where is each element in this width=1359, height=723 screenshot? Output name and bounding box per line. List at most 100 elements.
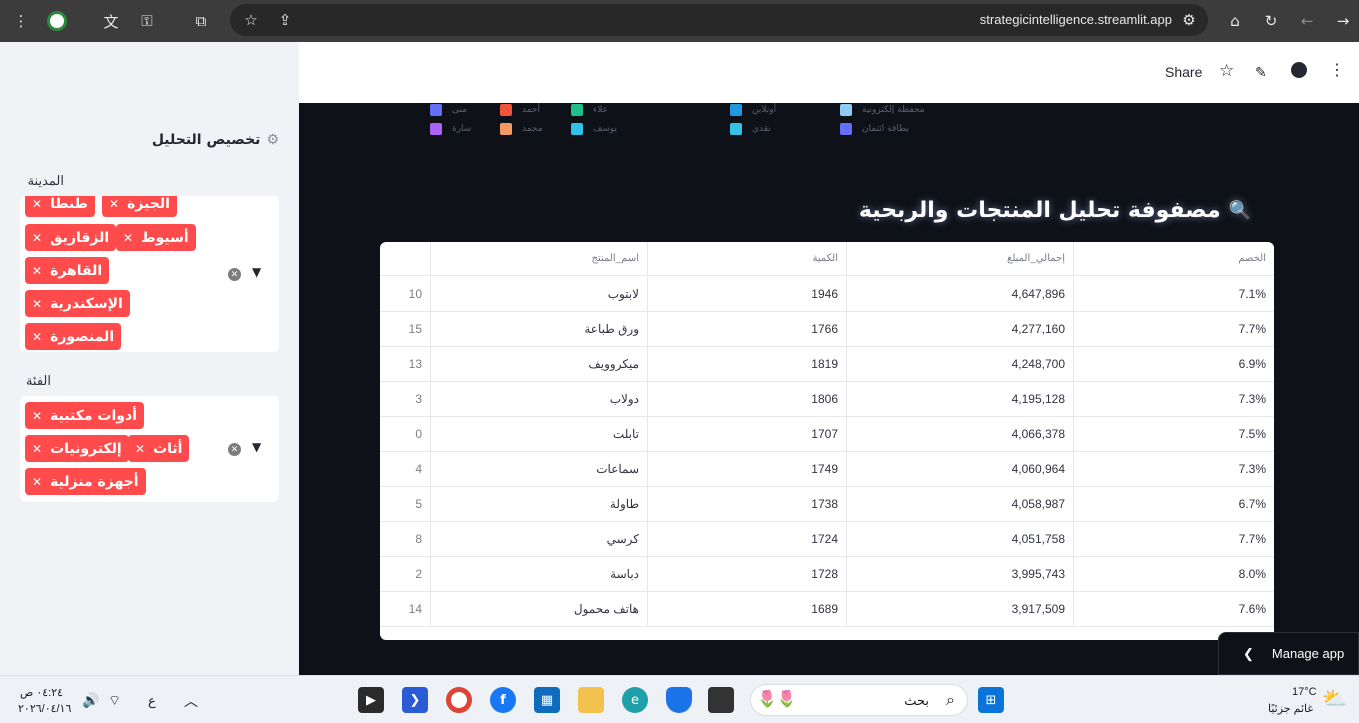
- legend-item[interactable]: محمد: [500, 123, 543, 135]
- cell-discount[interactable]: 7.7%: [1074, 312, 1274, 346]
- cell-discount[interactable]: 7.3%: [1074, 452, 1274, 486]
- edge-icon[interactable]: e: [622, 687, 648, 713]
- table-row[interactable]: 3 دولاب 1806 4,195,128 7.3%: [380, 382, 1274, 417]
- cell-quantity[interactable]: 1689: [648, 592, 847, 626]
- clear-category-icon[interactable]: ✕: [228, 443, 241, 456]
- puzzle-icon[interactable]: ⧉: [188, 8, 214, 34]
- clock-time[interactable]: ٠٤:٢٤ ص: [20, 686, 63, 699]
- table-row[interactable]: 4 سماعات 1749 4,060,964 7.3%: [380, 452, 1274, 487]
- legend-item[interactable]: بطاقة ائتمان: [840, 123, 909, 135]
- powershell-icon[interactable]: ❯: [402, 687, 428, 713]
- row-index[interactable]: 0: [380, 417, 431, 451]
- tray-chevron-icon[interactable]: ︿: [184, 691, 198, 711]
- cell-discount[interactable]: 6.9%: [1074, 347, 1274, 381]
- share-button[interactable]: Share: [1165, 64, 1202, 80]
- translate-icon[interactable]: 文: [98, 8, 124, 34]
- clock-date[interactable]: ٢٠٢٦/٠٤/١٦: [18, 702, 71, 715]
- legend-item[interactable]: علاء: [571, 104, 608, 116]
- remove-tag-icon[interactable]: ✕: [32, 264, 42, 278]
- row-index[interactable]: 13: [380, 347, 431, 381]
- row-index[interactable]: 5: [380, 487, 431, 521]
- cell-quantity[interactable]: 1766: [648, 312, 847, 346]
- remove-tag-icon[interactable]: ✕: [32, 297, 42, 311]
- menu-icon[interactable]: ⋮: [8, 8, 34, 34]
- terminal-icon[interactable]: ▶: [358, 687, 384, 713]
- cell-total[interactable]: 3,917,509: [847, 592, 1074, 626]
- legend-item[interactable]: يوسف: [571, 123, 617, 135]
- cell-product-name[interactable]: هاتف محمول: [431, 592, 648, 626]
- tag-alexandria[interactable]: ✕ الإسكندرية: [25, 290, 130, 317]
- home-icon[interactable]: ⌂: [1222, 8, 1248, 34]
- remove-tag-icon[interactable]: ✕: [32, 231, 42, 245]
- row-index[interactable]: 14: [380, 592, 431, 626]
- table-row[interactable]: 14 هاتف محمول 1689 3,917,509 7.6%: [380, 592, 1274, 627]
- legend-item[interactable]: أحمد: [500, 104, 540, 116]
- remove-tag-icon[interactable]: ✕: [32, 197, 42, 211]
- cell-product-name[interactable]: تابلت: [431, 417, 648, 451]
- row-index[interactable]: 2: [380, 557, 431, 591]
- cell-product-name[interactable]: دباسة: [431, 557, 648, 591]
- facebook-icon[interactable]: f: [490, 687, 516, 713]
- table-row[interactable]: 5 طاولة 1738 4,058,987 6.7%: [380, 487, 1274, 522]
- row-index[interactable]: 8: [380, 522, 431, 556]
- city-multiselect[interactable]: ✕ طنطا ✕ الجيزة ✕ أسيوط ✕ الزقازيق ✕ القاهرة …: [20, 196, 279, 352]
- input-language[interactable]: ع: [148, 693, 156, 709]
- remove-tag-icon[interactable]: ✕: [32, 409, 42, 423]
- tag-zagazig[interactable]: ✕ الزقازيق: [25, 224, 117, 251]
- table-row[interactable]: 13 ميكروويف 1819 4,248,700 6.9%: [380, 347, 1274, 382]
- cell-quantity[interactable]: 1819: [648, 347, 847, 381]
- cell-quantity[interactable]: 1946: [648, 277, 847, 311]
- legend-item[interactable]: سارة: [430, 123, 471, 135]
- column-header-qty[interactable]: الكمية: [648, 242, 847, 275]
- reload-icon[interactable]: ↻: [1258, 8, 1284, 34]
- cell-quantity[interactable]: 1728: [648, 557, 847, 591]
- cell-quantity[interactable]: 1749: [648, 452, 847, 486]
- chevron-down-icon[interactable]: ▼: [252, 440, 261, 454]
- cell-total[interactable]: 4,066,378: [847, 417, 1074, 451]
- row-index[interactable]: 4: [380, 452, 431, 486]
- tag-furniture[interactable]: ✕ أثاث: [128, 435, 190, 462]
- taskbar-search[interactable]: 🌷🌷 بحث ⌕: [750, 684, 968, 716]
- cell-total[interactable]: 4,248,700: [847, 347, 1074, 381]
- key-icon[interactable]: ⚿: [134, 8, 160, 34]
- manage-app-button[interactable]: ❮ Manage app: [1218, 632, 1359, 675]
- table-row[interactable]: 2 دباسة 1728 3,995,743 8.0%: [380, 557, 1274, 592]
- wifi-icon[interactable]: ⌔: [108, 692, 121, 710]
- remove-tag-icon[interactable]: ✕: [32, 442, 42, 456]
- cell-discount[interactable]: 7.3%: [1074, 382, 1274, 416]
- cell-product-name[interactable]: لابتوب: [431, 277, 648, 311]
- legend-item[interactable]: أونلاين: [730, 104, 776, 116]
- cell-discount[interactable]: 7.5%: [1074, 417, 1274, 451]
- legend-item[interactable]: نقدي: [730, 123, 771, 135]
- cell-discount[interactable]: 7.6%: [1074, 592, 1274, 626]
- edit-icon[interactable]: ✎: [1255, 64, 1267, 81]
- table-row[interactable]: 15 ورق طباعة 1766 4,277,160 7.7%: [380, 312, 1274, 347]
- cell-quantity[interactable]: 1738: [648, 487, 847, 521]
- app-icon[interactable]: [708, 687, 734, 713]
- cell-total[interactable]: 4,195,128: [847, 382, 1074, 416]
- github-icon[interactable]: [1291, 62, 1307, 78]
- cell-product-name[interactable]: دولاب: [431, 382, 648, 416]
- temperature[interactable]: 17°C: [1292, 686, 1317, 698]
- tag-giza[interactable]: ✕ الجيزة: [102, 196, 177, 217]
- cell-discount[interactable]: 7.1%: [1074, 277, 1274, 311]
- volume-icon[interactable]: 🔊: [82, 692, 99, 709]
- remove-tag-icon[interactable]: ✕: [32, 330, 42, 344]
- table-row[interactable]: 10 لابتوب 1946 4,647,896 7.1%: [380, 277, 1274, 312]
- extension-icon[interactable]: [44, 8, 70, 34]
- defender-icon[interactable]: [666, 687, 692, 713]
- remove-tag-icon[interactable]: ✕: [135, 442, 145, 456]
- remove-tag-icon[interactable]: ✕: [109, 197, 119, 211]
- cell-quantity[interactable]: 1707: [648, 417, 847, 451]
- tag-office-supplies[interactable]: ✕ أدوات مكتبية: [25, 402, 144, 429]
- category-multiselect[interactable]: ✕ أدوات مكتبية ✕ أثاث ✕ إلكترونيات ✕ أجهزة م…: [20, 396, 279, 502]
- cell-quantity[interactable]: 1724: [648, 522, 847, 556]
- row-index[interactable]: 3: [380, 382, 431, 416]
- cell-total[interactable]: 4,277,160: [847, 312, 1074, 346]
- cell-product-name[interactable]: كرسي: [431, 522, 648, 556]
- address-bar[interactable]: ☆ ⇪ strategicintelligence.streamlit.app …: [230, 4, 1208, 36]
- column-header-discount[interactable]: الخصم: [1074, 242, 1274, 275]
- cell-total[interactable]: 4,060,964: [847, 452, 1074, 486]
- cell-product-name[interactable]: طاولة: [431, 487, 648, 521]
- clear-city-icon[interactable]: ✕: [228, 268, 241, 281]
